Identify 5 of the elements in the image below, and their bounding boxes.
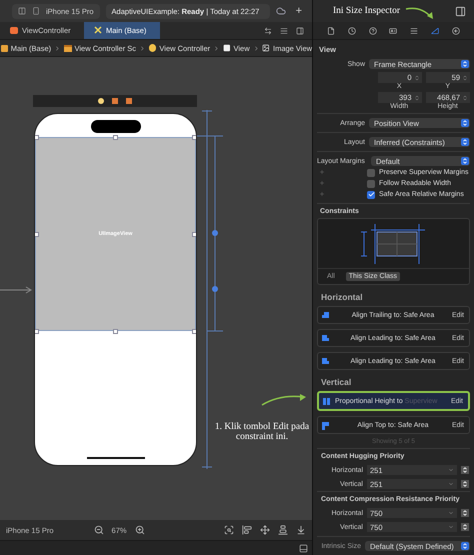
annotation-text: 1. Klik tombol Edit pada constraint ini. [214,422,310,444]
group-title: Horizontal [320,291,364,304]
annotation-title: Ini Size Inspector [333,6,400,16]
group-title: Vertical [320,376,352,389]
add-button[interactable]: + [292,5,306,17]
